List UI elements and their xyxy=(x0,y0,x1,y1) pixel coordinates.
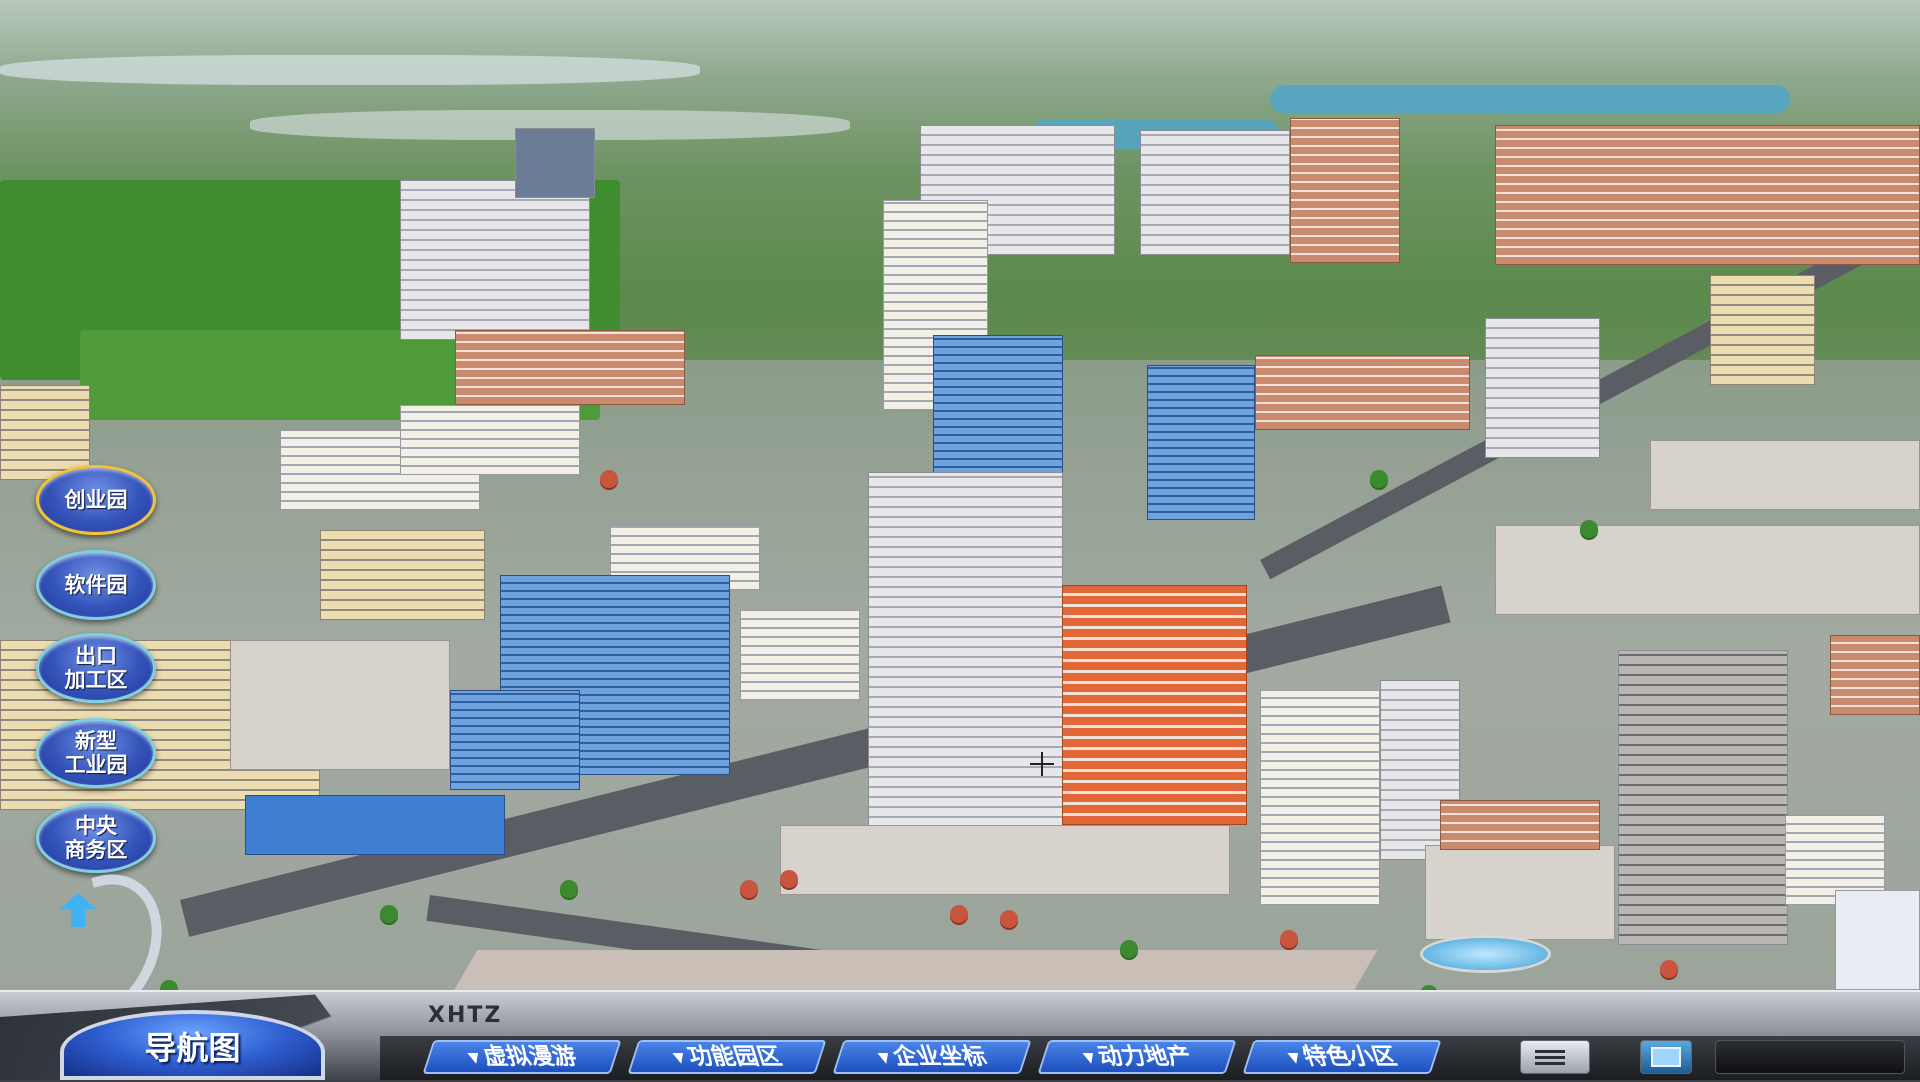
up-arrow-icon[interactable] xyxy=(60,893,96,929)
tree xyxy=(740,880,758,898)
tab-power-estate[interactable]: ▼动力地产 xyxy=(1037,1040,1237,1074)
building xyxy=(450,690,580,790)
building xyxy=(1650,440,1920,510)
building xyxy=(1835,890,1920,990)
city-3d-view[interactable] xyxy=(0,0,1920,1080)
tree xyxy=(950,905,968,923)
side-nav-zhongyang[interactable]: 中央 商务区 xyxy=(36,803,156,873)
tab-label: 功能园区 xyxy=(684,1044,785,1070)
tab-function-park[interactable]: ▼功能园区 xyxy=(627,1040,827,1074)
building xyxy=(1147,365,1255,520)
tab-label: 特色小区 xyxy=(1299,1044,1400,1070)
side-nav-label: 出口 加工区 xyxy=(64,644,128,692)
building xyxy=(1618,650,1788,945)
fountain xyxy=(1420,935,1551,973)
brand-label: XHTZ xyxy=(428,1003,503,1028)
tree xyxy=(780,870,798,888)
building-podium xyxy=(780,825,1230,895)
tab-label: 动力地产 xyxy=(1094,1044,1195,1070)
tree xyxy=(1660,960,1678,978)
cursor-crosshair-icon xyxy=(1030,752,1054,776)
tree xyxy=(1370,470,1388,488)
building xyxy=(1440,800,1600,850)
central-tower xyxy=(868,472,1063,857)
building xyxy=(515,128,595,198)
building xyxy=(400,405,580,475)
building xyxy=(1425,845,1615,940)
building xyxy=(455,330,685,405)
tab-label: 企业坐标 xyxy=(889,1044,990,1070)
building xyxy=(1140,130,1290,255)
tree xyxy=(380,905,398,923)
building xyxy=(245,795,505,855)
building xyxy=(1062,585,1247,825)
building xyxy=(1710,275,1815,385)
side-nav-label: 创业园 xyxy=(64,488,128,512)
tree xyxy=(1000,910,1018,928)
screen-button[interactable] xyxy=(1640,1040,1692,1074)
tab-enterprise-coords[interactable]: ▼企业坐标 xyxy=(832,1040,1032,1074)
side-nav-chukou[interactable]: 出口 加工区 xyxy=(36,633,156,703)
side-nav-ruanjian[interactable]: 软件园 xyxy=(36,550,156,620)
list-icon xyxy=(1535,1050,1565,1066)
terrain-haze xyxy=(0,55,700,85)
building xyxy=(1260,690,1380,905)
building xyxy=(1485,318,1600,458)
panel-button[interactable] xyxy=(1715,1040,1905,1074)
side-nav-label: 软件园 xyxy=(64,573,128,597)
building xyxy=(1255,355,1470,430)
tree xyxy=(1580,520,1598,538)
building xyxy=(230,640,450,770)
side-nav-xinxing[interactable]: 新型 工业园 xyxy=(36,718,156,788)
tree xyxy=(600,470,618,488)
building xyxy=(740,610,860,700)
building xyxy=(1290,118,1400,263)
building xyxy=(1495,125,1920,265)
building xyxy=(1830,635,1920,715)
tree xyxy=(560,880,578,898)
tab-label: 虚拟漫游 xyxy=(479,1044,580,1070)
screen-icon xyxy=(1651,1047,1681,1067)
tree xyxy=(1120,940,1138,958)
side-nav-chuangye[interactable]: 创业园 xyxy=(36,465,156,535)
side-nav-label: 中央 商务区 xyxy=(64,814,128,862)
tree xyxy=(1280,930,1298,948)
building xyxy=(400,180,590,340)
building xyxy=(933,335,1063,475)
tab-featured-community[interactable]: ▼特色小区 xyxy=(1242,1040,1442,1074)
lake xyxy=(1270,85,1790,113)
side-nav-label: 新型 工业园 xyxy=(64,729,128,777)
list-button[interactable] xyxy=(1520,1040,1590,1074)
building xyxy=(1495,525,1920,615)
building xyxy=(320,530,485,620)
tab-virtual-tour[interactable]: ▼虚拟漫游 xyxy=(422,1040,622,1074)
